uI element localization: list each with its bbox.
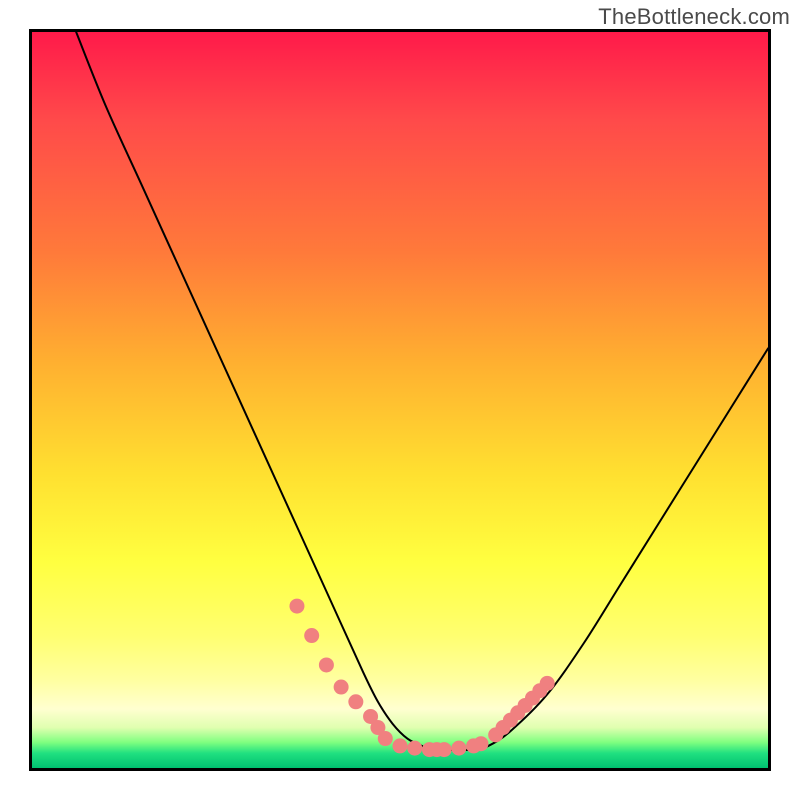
marker-dot — [540, 676, 555, 691]
curve-layer — [76, 32, 768, 750]
bottleneck-curve — [76, 32, 768, 750]
marker-dot — [451, 741, 466, 756]
plot-area — [29, 29, 771, 771]
marker-dot — [304, 628, 319, 643]
marker-dot — [348, 694, 363, 709]
markers-right-cluster — [488, 676, 555, 743]
marker-dot — [437, 742, 452, 757]
marker-dot — [289, 599, 304, 614]
markers-left-cluster — [289, 599, 392, 746]
marker-dot — [334, 680, 349, 695]
marker-dot — [407, 741, 422, 756]
marker-dot — [393, 738, 408, 753]
chart-container: TheBottleneck.com — [0, 0, 800, 800]
watermark-text: TheBottleneck.com — [598, 4, 790, 30]
marker-dot — [473, 736, 488, 751]
chart-svg — [32, 32, 768, 768]
marker-dot — [319, 657, 334, 672]
marker-dot — [378, 731, 393, 746]
